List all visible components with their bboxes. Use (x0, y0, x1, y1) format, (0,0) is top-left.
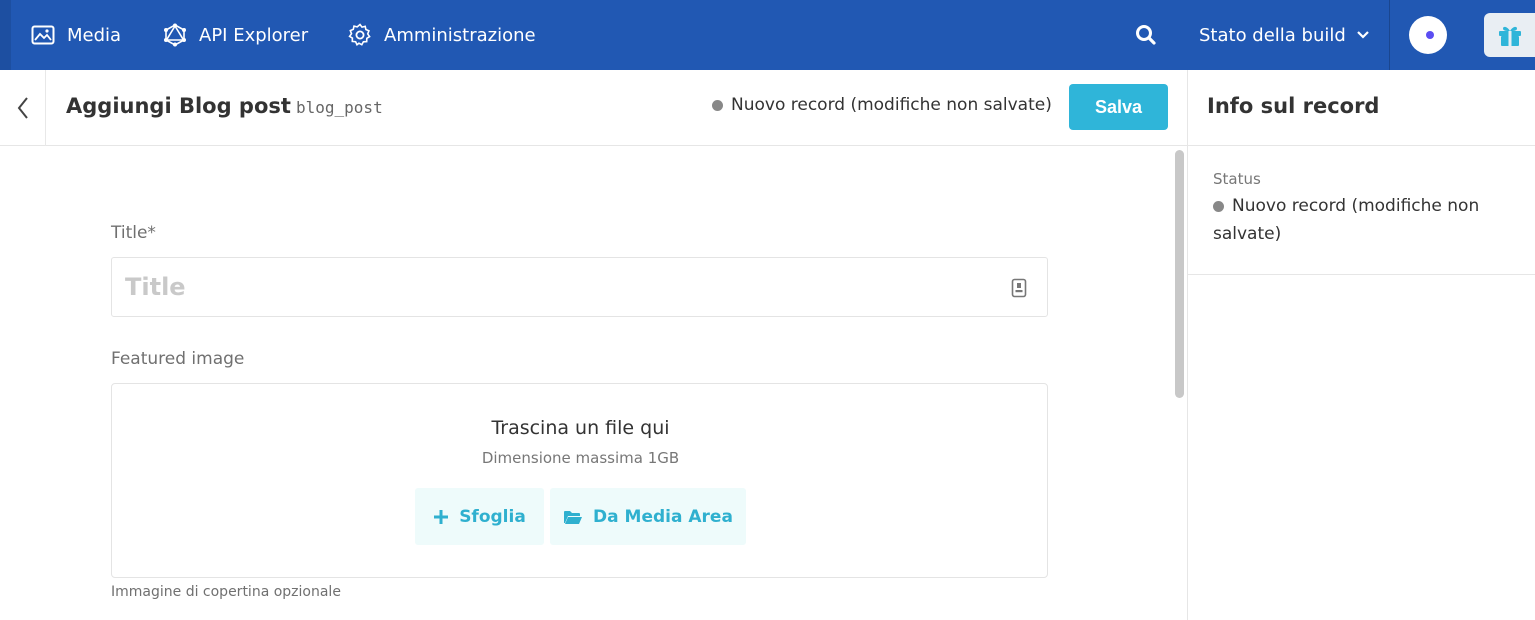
gift-icon (1499, 26, 1521, 46)
build-status-label: Stato della build (1199, 24, 1346, 46)
project-logo-icon (1422, 28, 1434, 42)
search-icon (1136, 25, 1156, 45)
avatar[interactable] (1409, 16, 1447, 54)
sidebar-status-value: Nuovo record (modifiche non salvate) (1213, 192, 1513, 248)
title-field-label: Title* (111, 223, 156, 243)
plus-icon (434, 509, 449, 524)
image-field-label: Featured image (111, 349, 245, 369)
dropzone-max-size: Dimensione massima 1GB (481, 449, 680, 467)
title-input[interactable] (125, 268, 985, 306)
file-dropzone[interactable]: Trascina un file qui Dimensione massima … (111, 383, 1048, 578)
sidebar-status-label: Status (1213, 170, 1261, 188)
media-area-label: Da Media Area (593, 506, 733, 527)
save-button[interactable]: Salva (1069, 84, 1168, 130)
nav-item-label: Media (67, 24, 122, 46)
nav-item-label: Amministrazione (384, 24, 536, 46)
browse-button[interactable]: Sfoglia (415, 488, 544, 545)
nav-item-label: API Explorer (199, 24, 309, 46)
sidebar-status-text: Nuovo record (modifiche non salvate) (1213, 196, 1480, 244)
editor-header: Aggiungi Blog post blog_post Nuovo recor… (0, 70, 1187, 146)
title-field (111, 257, 1048, 317)
record-status-text: Nuovo record (modifiche non salvate) (731, 95, 1052, 115)
back-button[interactable] (0, 70, 46, 146)
nav-item-api-explorer[interactable]: API Explorer (163, 0, 308, 70)
folder-open-icon (564, 510, 583, 524)
page-title: Aggiungi Blog post (66, 94, 291, 118)
gift-button[interactable] (1484, 13, 1535, 57)
sidebar-separator (1188, 145, 1535, 146)
chevron-left-icon (17, 97, 28, 119)
navbar-divider (1389, 0, 1390, 70)
dropzone-title: Trascina un file qui (491, 417, 670, 439)
search-button[interactable] (1133, 22, 1159, 48)
image-icon (31, 25, 55, 45)
build-status-dropdown[interactable]: Stato della build (1199, 0, 1370, 70)
status-dot-icon (1213, 200, 1224, 212)
graphql-icon (164, 23, 186, 47)
model-api-key: blog_post (296, 98, 383, 117)
browse-label: Sfoglia (459, 506, 526, 527)
record-status: Nuovo record (modifiche non salvate) (712, 95, 1052, 115)
sidebar-title: Info sul record (1207, 94, 1380, 118)
sidebar-divider (1187, 70, 1188, 620)
chevron-down-icon (1357, 31, 1369, 39)
sidebar-separator (1188, 274, 1535, 275)
navbar-edge (0, 0, 11, 70)
gear-icon (348, 23, 371, 46)
top-navbar: Media API Explorer Amministrazione Stato… (0, 0, 1535, 70)
scrollbar[interactable] (1175, 150, 1184, 398)
status-dot-icon (712, 99, 723, 111)
character-counter-icon[interactable] (1011, 278, 1027, 298)
nav-item-administration[interactable]: Amministrazione (348, 0, 536, 70)
nav-item-media[interactable]: Media (31, 0, 121, 70)
image-field-hint: Immagine di copertina opzionale (111, 584, 341, 600)
media-area-button[interactable]: Da Media Area (550, 488, 746, 545)
